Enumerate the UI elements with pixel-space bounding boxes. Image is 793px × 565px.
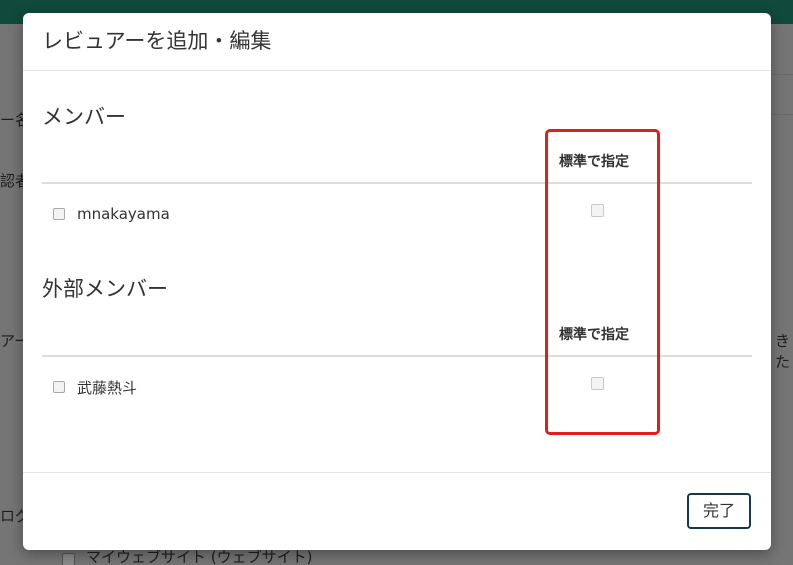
external-member-select-checkbox[interactable] (53, 381, 65, 393)
modal-title: レビュアーを追加・編集 (42, 29, 272, 53)
reviewer-modal: レビュアーを追加・編集 メンバー 標準で指定 mnakayama 外部メンバー … (23, 13, 771, 550)
background-right-text-2: た (775, 353, 791, 371)
background-right-text-1: き (775, 332, 791, 350)
modal-header: レビュアーを追加・編集 (23, 13, 771, 71)
background-divider-2 (771, 114, 793, 115)
external-member-name: 武藤熱斗 (77, 379, 138, 397)
external-members-section-title: 外部メンバー (42, 277, 168, 301)
members-section-title: メンバー (42, 105, 126, 129)
member-name: mnakayama (77, 205, 170, 223)
background-checkbox[interactable] (62, 553, 75, 565)
member-select-checkbox[interactable] (53, 208, 65, 220)
default-column-highlight (545, 129, 660, 435)
modal-footer: 完了 (23, 472, 771, 550)
background-divider (771, 74, 793, 75)
done-button[interactable]: 完了 (687, 493, 751, 529)
